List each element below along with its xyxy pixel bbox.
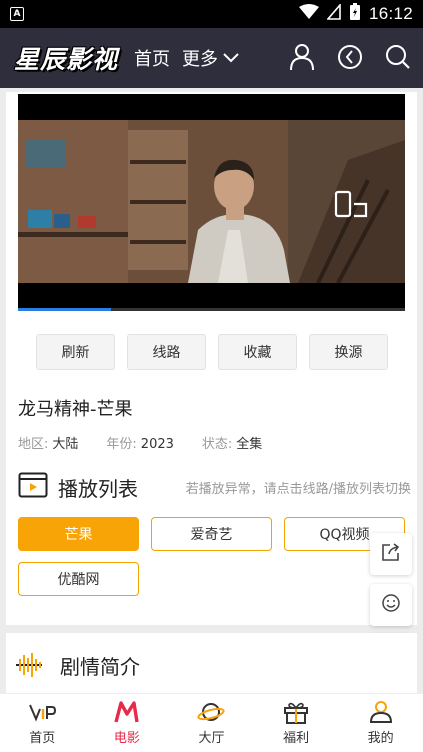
playlist-icon (18, 472, 48, 502)
nav-home-label: 首页 (134, 49, 171, 70)
region-value: 大陆 (52, 437, 79, 452)
bottom-nav-home[interactable]: 首页 (0, 694, 85, 752)
movie-m-icon (113, 699, 141, 725)
region-info: 地区: 大陆 (18, 433, 78, 452)
switch-source-button[interactable]: 换源 (309, 334, 388, 370)
synopsis-title: 剧情简介 (60, 655, 140, 679)
nav-more-label: 更多 (182, 49, 219, 70)
video-progress-fill (18, 308, 111, 311)
bottom-nav-label: 电影 (113, 731, 140, 746)
bottom-nav-mine[interactable]: 我的 (338, 694, 423, 752)
movie-meta: 地区: 大陆 年份: 2023 状态: 全集 (18, 433, 262, 452)
bottom-nav-label: 大厅 (198, 731, 225, 746)
profile-icon (368, 699, 394, 725)
search-icon[interactable] (385, 42, 411, 72)
bottom-nav-hall[interactable]: 大厅 (169, 694, 254, 752)
video-progress-bar[interactable] (18, 308, 405, 311)
playlist-header: 播放列表 若播放异常，请点击线路/播放列表切换 (18, 469, 411, 505)
video-player[interactable] (18, 94, 405, 311)
bottom-nav-welfare[interactable]: 福利 (254, 694, 339, 752)
playlist-tip: 若播放异常，请点击线路/播放列表切换 (185, 481, 411, 497)
year-value: 2023 (140, 437, 174, 452)
status-bar: A 16:12 (0, 0, 423, 28)
year-label: 年份: (106, 437, 137, 452)
source-item[interactable]: 优酷网 (18, 562, 139, 596)
clock: 16:12 (368, 4, 413, 23)
chevron-down-icon (222, 48, 240, 69)
video-frame (18, 120, 405, 283)
source-item[interactable]: 爱奇艺 (151, 517, 272, 551)
detail-card: 刷新 线路 收藏 换源 龙马精神-芒果 地区: 大陆 年份: 2023 状态: 全集 … (6, 92, 417, 625)
action-buttons: 刷新 线路 收藏 换源 (36, 334, 388, 370)
app-logo[interactable]: 星辰影视 (14, 40, 118, 76)
history-icon[interactable] (337, 42, 363, 72)
favorite-button[interactable]: 收藏 (218, 334, 297, 370)
emoji-button[interactable] (370, 584, 412, 626)
movie-title: 龙马精神-芒果 (18, 399, 133, 420)
rotate-screen-icon[interactable] (334, 190, 370, 224)
route-button[interactable]: 线路 (127, 334, 206, 370)
status-label: 状态: (201, 437, 233, 452)
synopsis-icon (14, 651, 44, 683)
status-value: 全集 (236, 437, 263, 452)
bottom-nav-label: 福利 (283, 731, 310, 746)
year-info: 年份: 2023 (106, 433, 173, 452)
nav-more[interactable]: 更多 (182, 45, 240, 71)
bottom-nav: 首页 电影 大厅 福利 我的 (0, 693, 423, 752)
refresh-button[interactable]: 刷新 (36, 334, 115, 370)
share-icon (381, 542, 401, 566)
nav-home[interactable]: 首页 (134, 45, 170, 71)
bottom-nav-movie[interactable]: 电影 (85, 694, 170, 752)
notification-icon: A (10, 7, 24, 21)
user-icon[interactable] (289, 42, 315, 72)
share-button[interactable] (370, 533, 412, 575)
top-header: 星辰影视 首页 更多 (0, 28, 423, 88)
status-info: 状态: 全集 (202, 433, 262, 452)
vip-icon (28, 699, 57, 725)
battery-icon (349, 3, 361, 25)
planet-icon (197, 699, 226, 725)
smile-icon (381, 593, 401, 617)
source-item[interactable]: 芒果 (18, 517, 139, 551)
wifi-icon (298, 4, 319, 24)
synopsis-card: 剧情简介 (6, 633, 417, 693)
signal-icon (326, 2, 341, 24)
bottom-nav-label: 首页 (29, 731, 56, 746)
region-label: 地区: (18, 437, 49, 452)
playlist-title: 播放列表 (58, 476, 138, 501)
bottom-nav-label: 我的 (367, 731, 394, 746)
gift-icon (283, 699, 309, 725)
